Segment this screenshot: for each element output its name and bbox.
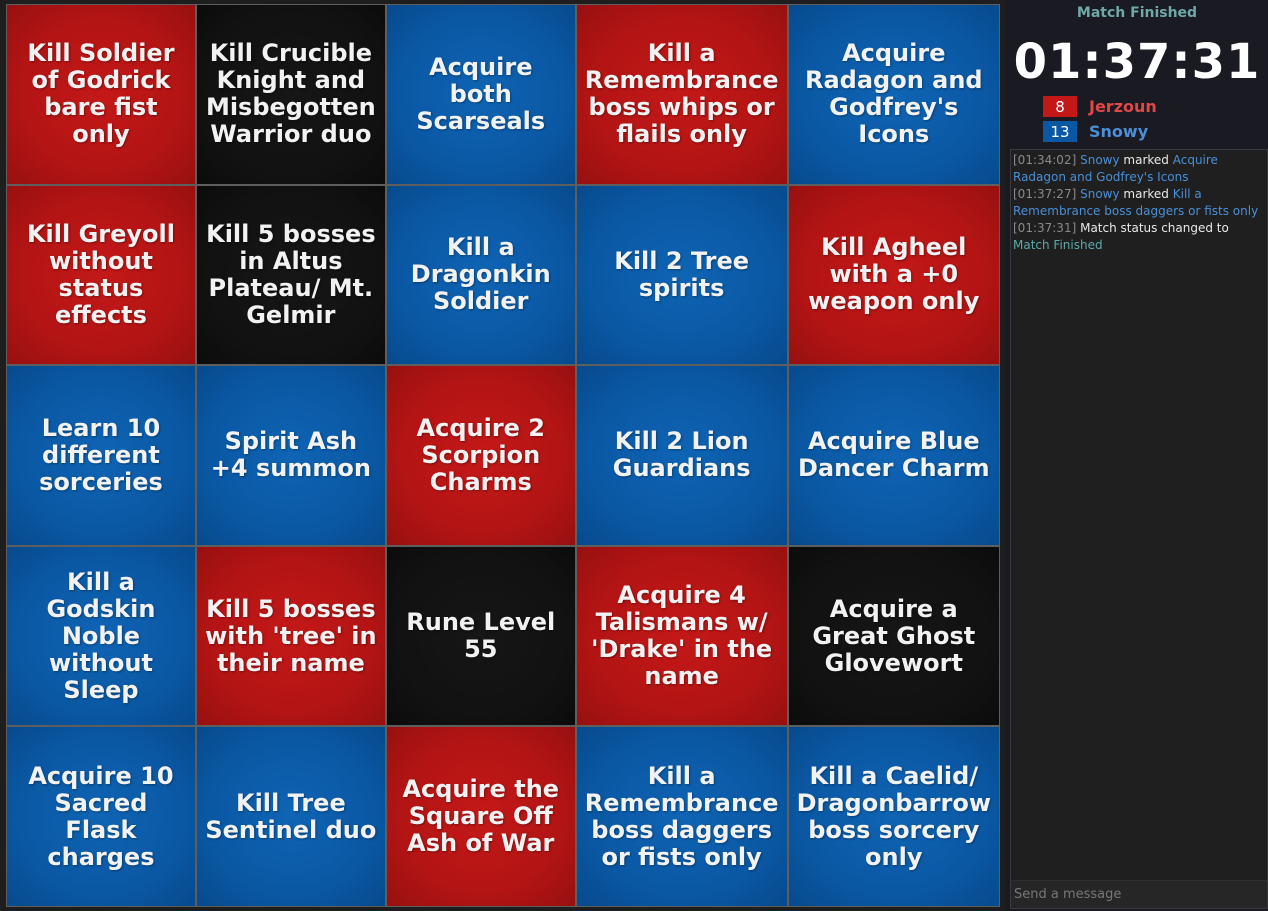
cell-label: Kill 5 bosses with 'tree' in their name [205,594,377,677]
score-badge: 13 [1043,121,1077,142]
chat-action: marked [1123,153,1169,167]
cell-label: Spirit Ash +4 summon [210,427,371,483]
match-timer: 01:37:31 [1013,34,1261,90]
cell-label: Acquire 4 Talismans w/ 'Drake' in the na… [591,581,773,691]
bingo-cell[interactable]: Acquire Radagon and Godfrey's Icons [788,5,999,184]
match-status: Match Finished [1076,5,1198,21]
chat-action: marked [1123,187,1169,201]
player-name: Jerzoun [1089,97,1157,116]
bingo-cell[interactable]: Acquire 10 Sacred Flask charges [7,727,195,906]
cell-label: Learn 10 different sorceries [39,413,163,496]
bingo-cell[interactable]: Kill a Godskin Noble without Sleep [7,546,195,726]
player-row-red: 8 Jerzoun [1043,96,1157,117]
bingo-cell[interactable]: Learn 10 different sorceries [7,366,195,545]
bingo-cell[interactable]: Kill Agheel with a +0 weapon only [788,185,999,365]
cell-label: Kill Tree Sentinel duo [205,788,377,844]
cell-label: Kill a Caelid/ Dragonbarrow boss sorcery… [796,761,991,871]
player-name: Snowy [1089,122,1149,141]
cell-label: Kill a Remembrance boss whips or flails … [584,39,779,149]
cell-label: Acquire Blue Dancer Charm [797,427,990,483]
bingo-cell[interactable]: Kill 2 Lion Guardians [576,366,787,545]
chat-message: [01:37:27] Snowy marked Kill a Remembran… [1013,186,1265,220]
bingo-cell[interactable]: Acquire 2 Scorpion Charms [386,366,575,545]
score-badge: 8 [1043,96,1077,117]
cell-label: Kill 2 Lion Guardians [612,427,751,483]
cell-label: Acquire 2 Scorpion Charms [416,413,545,496]
cell-label: Acquire the Square Off Ash of War [402,775,560,858]
bingo-cell[interactable]: Acquire both Scarseals [386,5,575,184]
chat-message: [01:37:31] Match status changed to Match… [1013,220,1265,254]
chat-username: Snowy [1080,187,1120,201]
bingo-cell[interactable]: Kill Soldier of Godrick bare fist only [7,5,195,184]
cell-label: Kill Greyoll without status effects [26,219,175,329]
bingo-cell[interactable]: Acquire Blue Dancer Charm [788,366,999,545]
bingo-cell[interactable]: Kill a Remembrance boss daggers or fists… [576,727,787,906]
cell-label: Acquire both Scarseals [416,52,546,135]
cell-label: Kill a Remembrance boss daggers or fists… [584,761,779,871]
chat-system-text: Match status changed to [1080,221,1229,235]
chat-message-input[interactable] [1011,880,1267,908]
bingo-cell[interactable]: Kill Crucible Knight and Misbegotten War… [196,5,385,184]
bingo-cell[interactable]: Kill 2 Tree spirits [576,185,787,365]
chat-timestamp: [01:37:27] [1013,187,1077,201]
bingo-cell[interactable]: Spirit Ash +4 summon [196,366,385,545]
bingo-cell[interactable]: Kill 5 bosses in Altus Plateau/ Mt. Gelm… [196,185,385,365]
player-row-blue: 13 Snowy [1043,121,1148,142]
sidebar: Match Finished 01:37:31 8 Jerzoun 13 Sno… [1006,0,1268,911]
chat-log[interactable]: [01:34:02] Snowy marked Acquire Radagon … [1011,150,1267,254]
chat-timestamp: [01:34:02] [1013,153,1077,167]
bingo-cell[interactable]: Kill Tree Sentinel duo [196,727,385,906]
bingo-board: Kill Soldier of Godrick bare fist only K… [6,4,1000,907]
bingo-cell[interactable]: Kill Greyoll without status effects [7,185,195,365]
cell-label: Acquire a Great Ghost Glovewort [812,594,976,677]
cell-label: Acquire 10 Sacred Flask charges [28,761,174,871]
chat-status: Match Finished [1013,238,1103,252]
bingo-cell[interactable]: Rune Level 55 [386,546,575,726]
bingo-cell[interactable]: Acquire a Great Ghost Glovewort [788,546,999,726]
cell-label: Kill a Dragonkin Soldier [410,233,551,316]
cell-label: Rune Level 55 [406,608,556,664]
cell-label: Kill 2 Tree spirits [614,246,750,302]
bingo-cell[interactable]: Kill a Dragonkin Soldier [386,185,575,365]
bingo-cell[interactable]: Acquire 4 Talismans w/ 'Drake' in the na… [576,546,787,726]
chat-panel: [01:34:02] Snowy marked Acquire Radagon … [1010,149,1268,909]
cell-label: Kill Agheel with a +0 weapon only [808,233,980,316]
cell-label: Acquire Radagon and Godfrey's Icons [804,39,983,149]
bingo-cell[interactable]: Acquire the Square Off Ash of War [386,727,575,906]
bingo-cell[interactable]: Kill a Caelid/ Dragonbarrow boss sorcery… [788,727,999,906]
cell-label: Kill 5 bosses in Altus Plateau/ Mt. Gelm… [206,219,376,329]
chat-timestamp: [01:37:31] [1013,221,1077,235]
cell-label: Kill Soldier of Godrick bare fist only [27,39,175,149]
cell-label: Kill Crucible Knight and Misbegotten War… [205,39,376,149]
chat-username: Snowy [1080,153,1120,167]
bingo-cell[interactable]: Kill a Remembrance boss whips or flails … [576,5,787,184]
bingo-cell[interactable]: Kill 5 bosses with 'tree' in their name [196,546,385,726]
chat-message: [01:34:02] Snowy marked Acquire Radagon … [1013,152,1265,186]
cell-label: Kill a Godskin Noble without Sleep [46,567,156,704]
